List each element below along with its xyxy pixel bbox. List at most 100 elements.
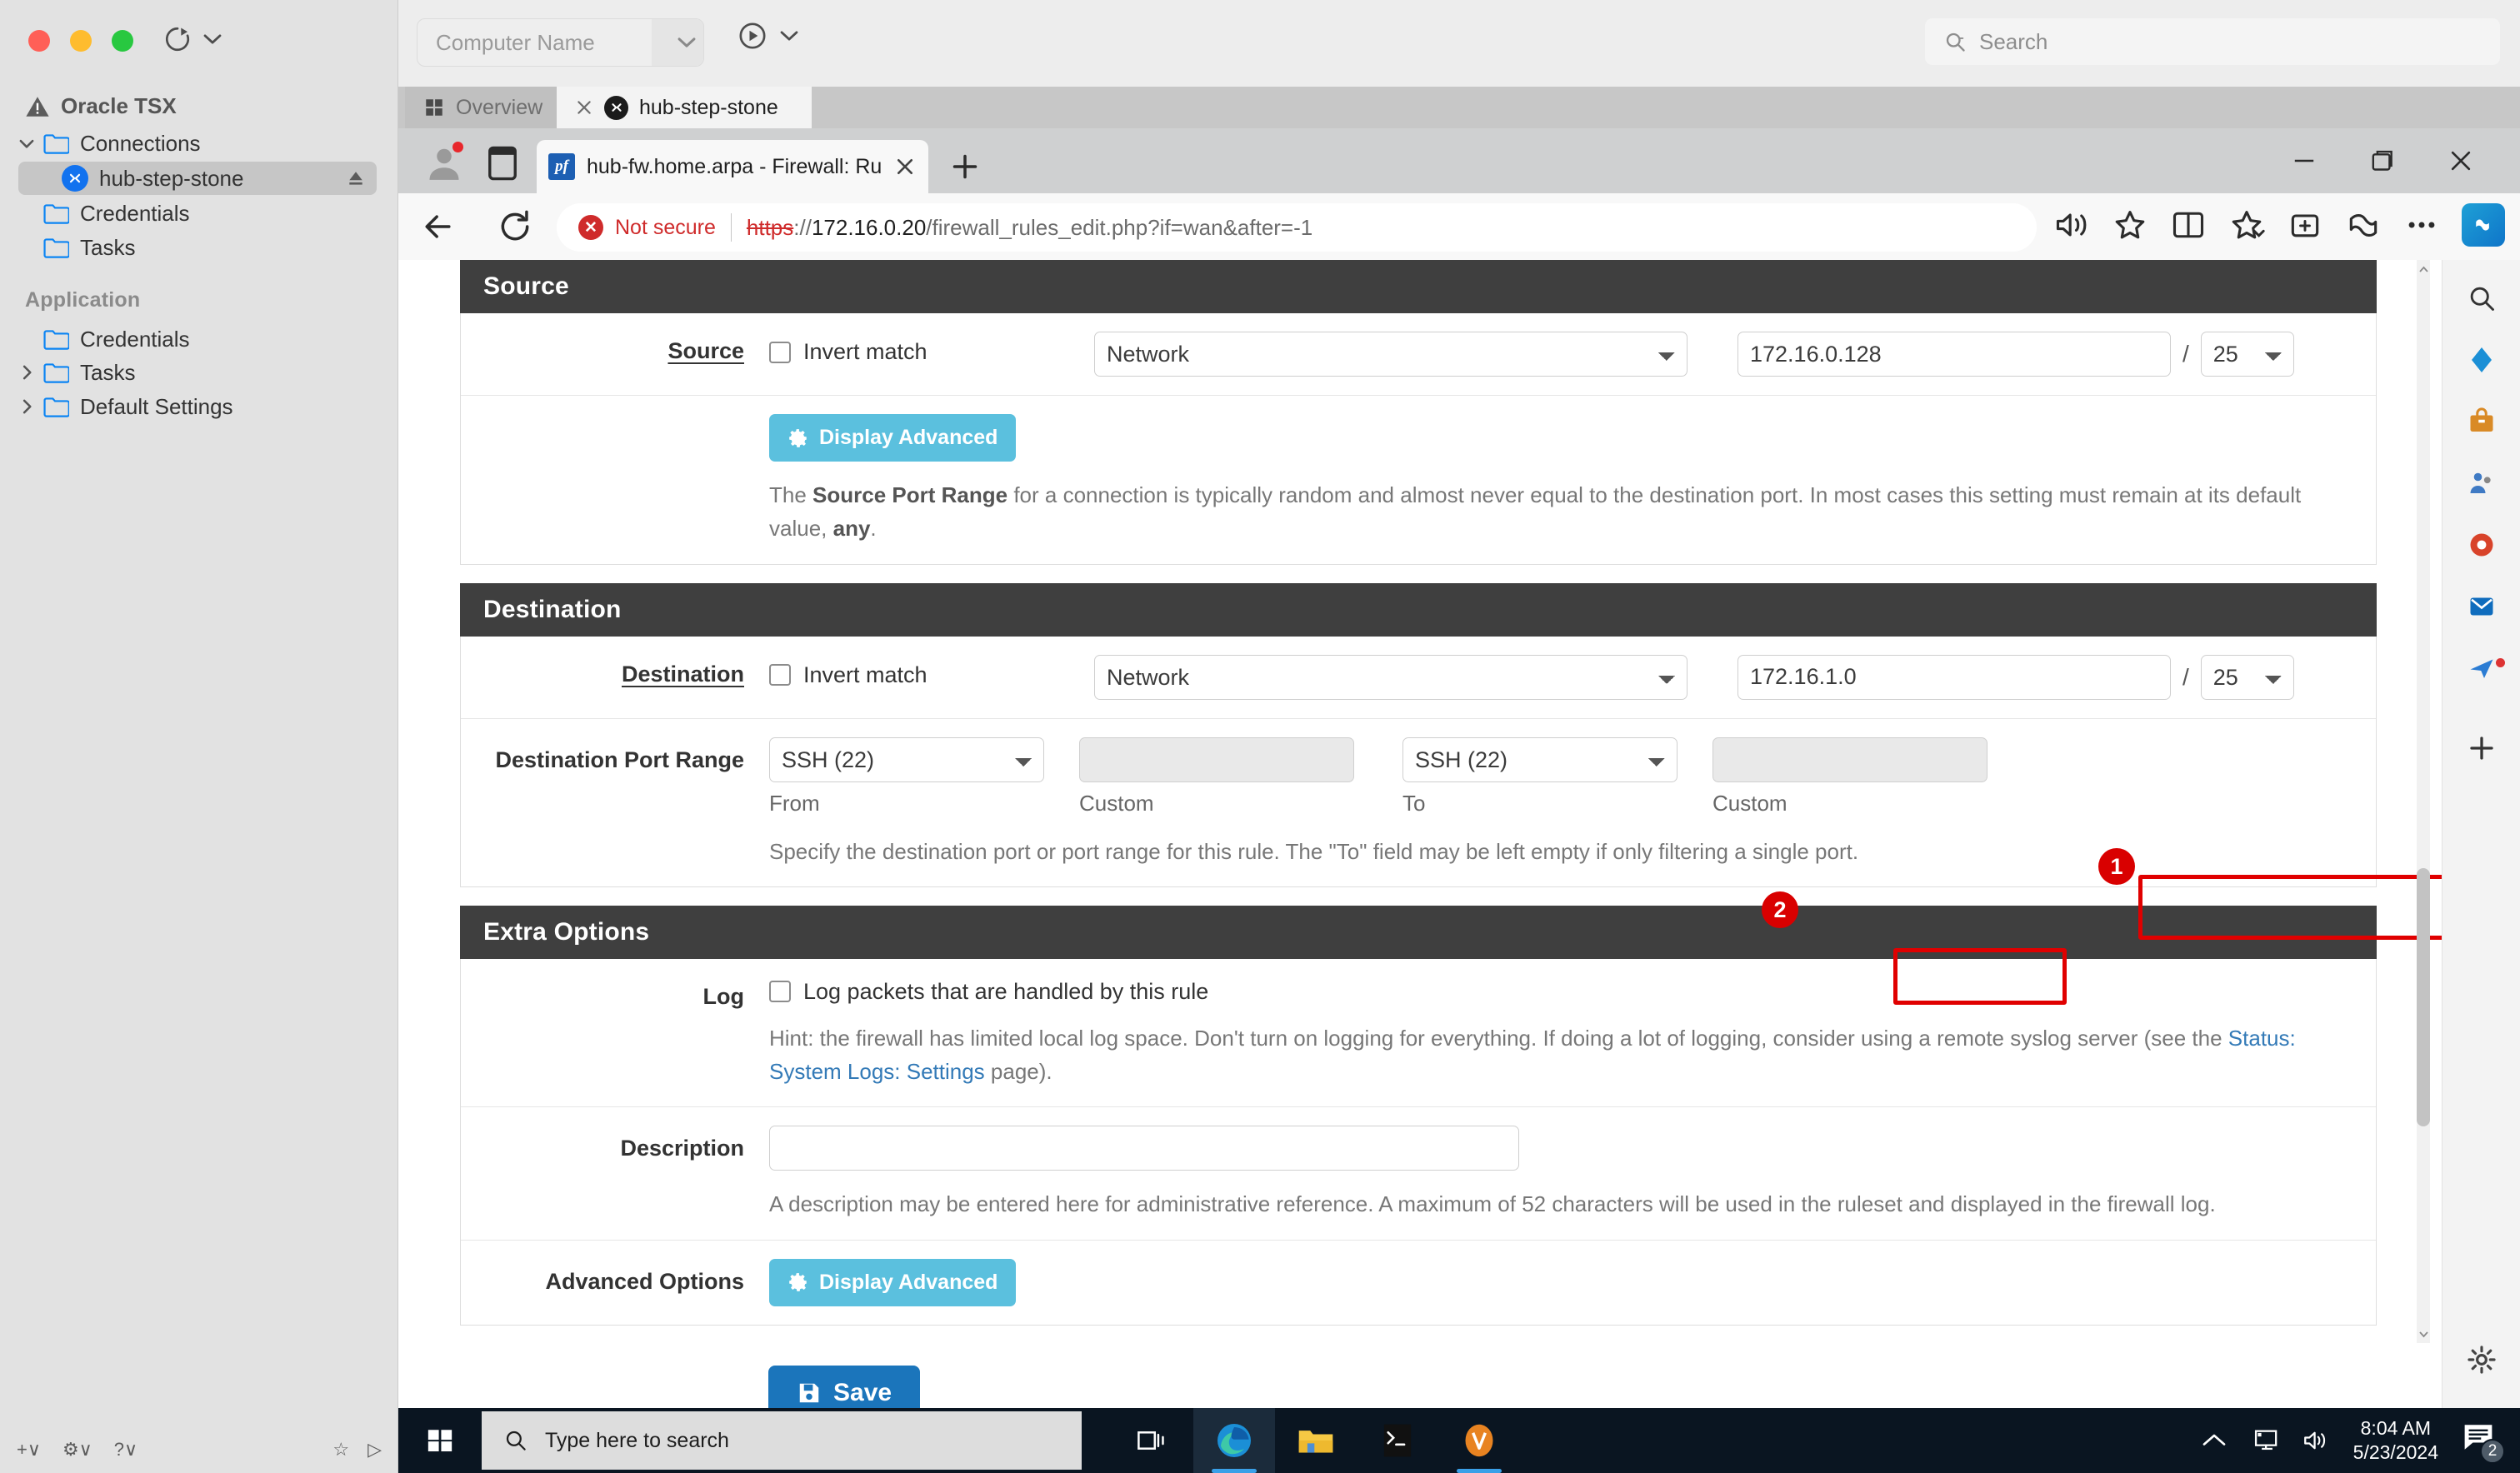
destination-invert-match[interactable]: Invert match bbox=[769, 655, 1094, 688]
favorite-star-icon[interactable] bbox=[2112, 207, 2148, 243]
copilot-button[interactable] bbox=[2462, 203, 2505, 247]
scroll-up-arrow[interactable] bbox=[2417, 260, 2430, 278]
office-icon[interactable] bbox=[2463, 527, 2500, 563]
start-button[interactable] bbox=[398, 1408, 482, 1473]
destination-port-to-select[interactable]: SSH (22) bbox=[1402, 737, 1678, 782]
task-view-button[interactable] bbox=[1112, 1408, 1193, 1473]
destination-cidr-select[interactable]: 25 bbox=[2201, 655, 2294, 700]
back-icon[interactable] bbox=[420, 208, 457, 245]
vertical-tabs-icon[interactable] bbox=[485, 145, 520, 182]
show-hidden-icons-icon[interactable] bbox=[2202, 1432, 2227, 1449]
close-icon[interactable] bbox=[893, 155, 917, 178]
computer-name-dropdown[interactable] bbox=[652, 19, 703, 66]
tools-icon[interactable] bbox=[2463, 465, 2500, 502]
taskbar-edge-button[interactable] bbox=[1193, 1408, 1275, 1473]
destination-type-select[interactable]: Network bbox=[1094, 655, 1688, 700]
favorites-icon[interactable] bbox=[2228, 207, 2265, 243]
address-bar[interactable]: ✕ Not secure https://172.16.0.20/firewal… bbox=[557, 203, 2037, 252]
minimize-window-button[interactable] bbox=[70, 30, 92, 52]
source-cidr-select[interactable]: 25 bbox=[2201, 332, 2294, 377]
scroll-down-arrow[interactable] bbox=[2417, 1325, 2430, 1343]
close-window-button[interactable] bbox=[28, 30, 50, 52]
source-address-field[interactable] bbox=[1738, 332, 2171, 377]
search-icon[interactable] bbox=[2463, 280, 2500, 317]
source-type-select[interactable]: Network bbox=[1094, 332, 1688, 377]
volume-icon[interactable] bbox=[2302, 1428, 2330, 1453]
checkbox[interactable] bbox=[769, 342, 791, 363]
split-screen-icon[interactable] bbox=[2170, 207, 2207, 243]
destination-port-from-custom-field[interactable] bbox=[1079, 737, 1354, 782]
add-app-icon[interactable] bbox=[2463, 730, 2500, 766]
new-tab-icon[interactable] bbox=[948, 150, 982, 183]
settings-button[interactable]: ⚙∨ bbox=[62, 1439, 92, 1461]
checkbox[interactable] bbox=[769, 664, 791, 686]
sidebar-item-default-settings[interactable]: Default Settings bbox=[18, 390, 377, 423]
save-button[interactable]: Save bbox=[768, 1366, 920, 1408]
shopping-icon[interactable] bbox=[2463, 403, 2500, 440]
from-caption: From bbox=[769, 791, 1044, 816]
minimize-window-button[interactable] bbox=[2280, 143, 2328, 178]
restore-window-button[interactable] bbox=[2358, 143, 2407, 178]
destination-port-to-custom-field[interactable] bbox=[1712, 737, 1988, 782]
tab-hub-step-stone[interactable]: hub-step-stone bbox=[557, 87, 812, 128]
advanced-button-label: Display Advanced bbox=[819, 1271, 998, 1295]
save-disk-icon bbox=[797, 1381, 822, 1406]
sync-control[interactable] bbox=[163, 25, 222, 53]
source-invert-match[interactable]: Invert match bbox=[769, 332, 1094, 365]
eject-icon[interactable] bbox=[347, 169, 365, 187]
log-checkbox-group[interactable]: Log packets that are handled by this rul… bbox=[769, 977, 2376, 1005]
notification-center-button[interactable]: 2 bbox=[2462, 1422, 2498, 1459]
sidebar-item-app-tasks[interactable]: Tasks bbox=[18, 356, 377, 389]
gear-icon[interactable] bbox=[2463, 1341, 2500, 1378]
description-field[interactable] bbox=[769, 1126, 1519, 1171]
discover-icon[interactable] bbox=[2463, 342, 2500, 378]
read-aloud-icon[interactable] bbox=[2053, 207, 2090, 243]
taskbar-file-explorer-button[interactable] bbox=[1275, 1408, 1357, 1473]
source-display-advanced-button[interactable]: Display Advanced bbox=[769, 414, 1016, 462]
taskbar-vlc-button[interactable] bbox=[1438, 1408, 1520, 1473]
settings-more-icon[interactable] bbox=[2403, 207, 2440, 243]
tab-overview[interactable]: Overview bbox=[405, 87, 561, 128]
sidebar-item-hub-step-stone[interactable]: hub-step-stone bbox=[18, 162, 377, 195]
favorites-button[interactable]: ☆ bbox=[332, 1439, 349, 1461]
drop-icon[interactable] bbox=[2463, 650, 2500, 687]
browser-essentials-icon[interactable] bbox=[2345, 207, 2382, 243]
sidebar-item-tasks[interactable]: Tasks bbox=[18, 231, 377, 264]
taskbar-search-box[interactable]: Type here to search bbox=[482, 1411, 1082, 1470]
network-icon[interactable] bbox=[2250, 1428, 2278, 1453]
reload-icon[interactable] bbox=[497, 208, 533, 245]
computer-name-field[interactable]: Computer Name bbox=[417, 18, 704, 67]
ssh-host-icon bbox=[62, 165, 88, 192]
add-host-button[interactable]: +∨ bbox=[17, 1439, 41, 1461]
sidebar-item-app-credentials[interactable]: Credentials bbox=[18, 322, 377, 356]
collections-icon[interactable] bbox=[2287, 207, 2323, 243]
advanced-display-advanced-button[interactable]: Display Advanced bbox=[769, 1259, 1016, 1306]
source-invert-label: Invert match bbox=[803, 339, 928, 365]
destination-port-row: Destination Port Range SSH (22) From bbox=[461, 718, 2376, 835]
save-button-label: Save bbox=[833, 1379, 892, 1407]
gear-icon bbox=[788, 1271, 809, 1293]
maximize-window-button[interactable] bbox=[112, 30, 133, 52]
destination-address-field[interactable] bbox=[1738, 655, 2171, 700]
source-address-group: / 25 bbox=[1738, 332, 2294, 377]
scrollbar-thumb[interactable] bbox=[2417, 868, 2430, 1126]
run-control[interactable] bbox=[738, 22, 798, 50]
help-button[interactable]: ?∨ bbox=[114, 1439, 138, 1461]
sidebar-item-connections[interactable]: Connections bbox=[18, 127, 377, 160]
sidebar-account[interactable]: Oracle TSX bbox=[25, 93, 177, 119]
checkbox[interactable] bbox=[769, 981, 791, 1002]
destination-port-from-select[interactable]: SSH (22) bbox=[769, 737, 1044, 782]
destination-panel-heading: Destination bbox=[460, 583, 2377, 637]
run-button[interactable]: ▷ bbox=[368, 1439, 382, 1461]
system-tray: 8:04 AM 5/23/2024 2 bbox=[2202, 1416, 2520, 1465]
page-scrollbar[interactable] bbox=[2417, 260, 2430, 1343]
outlook-icon[interactable] bbox=[2463, 588, 2500, 625]
close-window-button[interactable] bbox=[2437, 143, 2485, 178]
security-status[interactable]: ✕ Not secure bbox=[578, 215, 716, 240]
taskbar-terminal-button[interactable] bbox=[1357, 1408, 1438, 1473]
search-input[interactable]: Search bbox=[1925, 18, 2500, 65]
edge-tab[interactable]: pf hub-fw.home.arpa - Firewall: Rul bbox=[537, 140, 928, 193]
close-icon[interactable] bbox=[575, 98, 593, 117]
taskbar-clock[interactable]: 8:04 AM 5/23/2024 bbox=[2353, 1416, 2438, 1465]
sidebar-item-credentials[interactable]: Credentials bbox=[18, 197, 377, 230]
